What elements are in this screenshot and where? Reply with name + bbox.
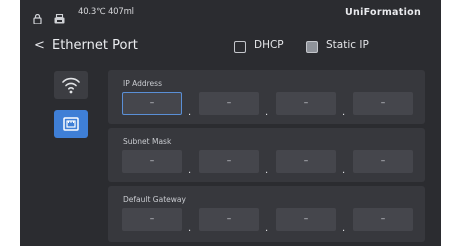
gateway-separator: . (342, 223, 346, 234)
header: < Ethernet Port DHCP Static IP (20, 34, 441, 60)
gateway-field-3[interactable]: – (276, 208, 336, 231)
ip-address-group: IP Address – . – . – . – (108, 70, 425, 124)
default-gateway-label: Default Gateway (123, 195, 186, 204)
dhcp-checkbox[interactable] (234, 41, 246, 53)
back-button[interactable]: < (34, 38, 45, 53)
subnet-separator: . (265, 165, 269, 176)
ip-address-field-3[interactable]: – (276, 92, 336, 115)
printer-icon (54, 9, 65, 28)
ip-address-label: IP Address (123, 79, 162, 88)
lock-icon (33, 9, 42, 28)
ip-separator: . (265, 107, 269, 118)
status-reading: 40.3℃ 407ml (78, 7, 134, 17)
subnet-mask-field-4[interactable]: – (353, 150, 413, 173)
gateway-separator: . (188, 223, 192, 234)
gateway-separator: . (265, 223, 269, 234)
dhcp-label[interactable]: DHCP (254, 39, 284, 51)
static-ip-label[interactable]: Static IP (326, 39, 369, 51)
subnet-mask-field-3[interactable]: – (276, 150, 336, 173)
wifi-icon (62, 77, 80, 94)
subnet-mask-field-2[interactable]: – (199, 150, 259, 173)
default-gateway-group: Default Gateway – . – . – . – (108, 186, 425, 242)
static-ip-checkbox[interactable] (306, 41, 318, 53)
brand-logo: UniFormation (345, 7, 422, 18)
ethernet-icon (63, 117, 79, 131)
page-title: Ethernet Port (52, 38, 138, 53)
subnet-separator: . (188, 165, 192, 176)
subnet-separator: . (342, 165, 346, 176)
gateway-field-1[interactable]: – (122, 208, 182, 231)
ip-separator: . (188, 107, 192, 118)
subnet-mask-field-1[interactable]: – (122, 150, 182, 173)
subnet-mask-label: Subnet Mask (123, 137, 172, 146)
gateway-field-2[interactable]: – (199, 208, 259, 231)
gateway-field-4[interactable]: – (353, 208, 413, 231)
subnet-mask-group: Subnet Mask – . – . – . – (108, 128, 425, 182)
ip-address-field-1[interactable]: – (122, 92, 182, 115)
sidebar-item-wifi[interactable] (54, 71, 88, 99)
ip-address-field-4[interactable]: – (353, 92, 413, 115)
ip-address-field-2[interactable]: – (199, 92, 259, 115)
ip-separator: . (342, 107, 346, 118)
device-screen: 40.3℃ 407ml UniFormation < Ethernet Port… (20, 0, 441, 246)
status-bar: 40.3℃ 407ml UniFormation (20, 0, 441, 28)
sidebar-item-ethernet[interactable] (54, 110, 88, 138)
